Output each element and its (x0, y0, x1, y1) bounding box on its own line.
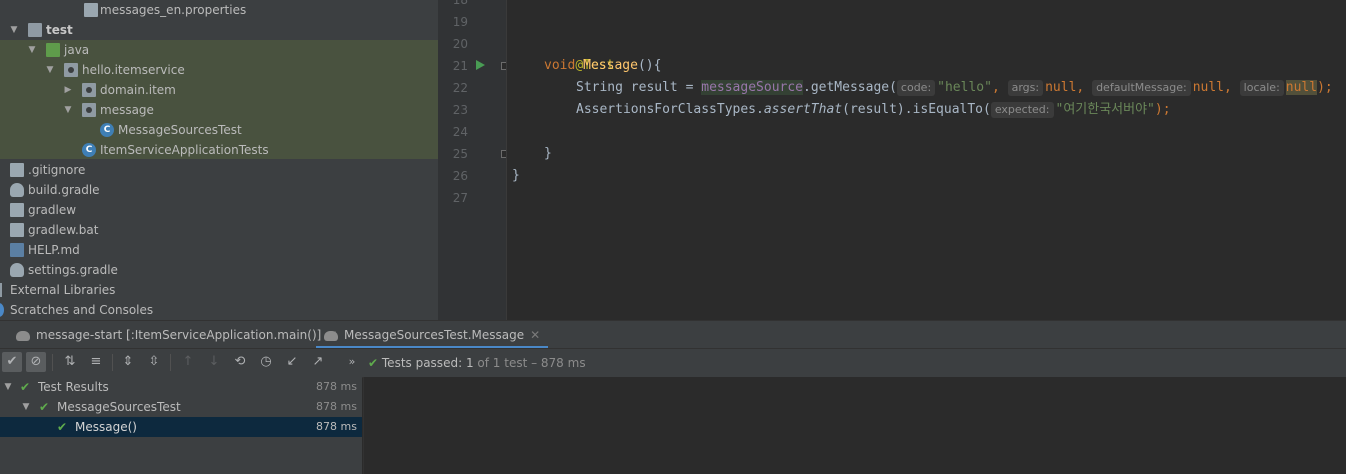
toolbar-separator (170, 354, 171, 371)
code-line-20: @Test (575, 58, 615, 73)
passed-check-icon: ✔ (20, 380, 31, 394)
passed-check-icon: ✔ (368, 356, 379, 370)
chevron-right-icon[interactable]: ▶ (62, 80, 74, 100)
result-message[interactable]: ✔ Message() 878 ms (0, 417, 362, 437)
expand-all-icon[interactable]: ⇕ (118, 352, 138, 372)
line-number: 21 (452, 59, 468, 73)
close-icon[interactable]: ✕ (530, 328, 540, 342)
next-failed-icon[interactable]: ↓ (204, 352, 224, 372)
collapse-all-icon[interactable]: ⇳ (144, 352, 164, 372)
param-hint-code: code: (896, 79, 936, 96)
param-hint-locale: locale: (1239, 79, 1284, 96)
passed-check-icon: ✔ (39, 400, 50, 414)
package-icon (82, 103, 96, 117)
line-number: 18 (452, 0, 468, 7)
param-hint-expected: expected: (990, 101, 1054, 118)
show-ignored-toggle[interactable]: ⊘ (26, 352, 46, 372)
line-number: 27 (452, 191, 468, 205)
markdown-file-icon (10, 243, 24, 257)
gitignore-file-icon (10, 163, 24, 177)
gradle-icon (10, 263, 24, 277)
line-number: 19 (452, 15, 468, 29)
sort-alphabetically-icon[interactable]: ⇅ (60, 352, 80, 372)
previous-failed-icon[interactable]: ↑ (178, 352, 198, 372)
result-test-results[interactable]: ▼ ✔ Test Results 878 ms (0, 377, 362, 397)
toolbar-separator (52, 354, 53, 371)
toolbar-separator (112, 354, 113, 371)
bat-file-icon (10, 223, 24, 237)
project-tree: messages_en.properties ▼ test ▼ java ▼ h… (0, 0, 438, 320)
line-number: 26 (452, 169, 468, 183)
gradle-icon (324, 330, 338, 341)
code-line-21: void Message(){ (544, 58, 662, 73)
folder-icon (28, 23, 42, 37)
test-results-tree: ▼ ✔ Test Results 878 ms ▼ ✔ MessageSourc… (0, 377, 362, 474)
test-class-icon: C (82, 143, 96, 157)
editor-gutter: 18 19 20 21 22 23 24 25 26 27 (446, 0, 509, 320)
chevron-down-icon[interactable]: ▼ (2, 377, 14, 397)
param-hint-args: args: (1007, 79, 1044, 96)
sort-by-duration-icon[interactable]: ≡ (86, 352, 106, 372)
code-line-22: String result = messageSource.getMessage… (576, 79, 1333, 96)
show-passed-toggle[interactable]: ✔ (2, 352, 22, 372)
result-messagesourcestest[interactable]: ▼ ✔ MessageSourcesTest 878 ms (0, 397, 362, 417)
run-test-icon[interactable] (476, 60, 485, 70)
line-number: 25 (452, 147, 468, 161)
test-source-folder-icon (46, 43, 60, 57)
properties-file-icon (84, 3, 98, 17)
code-line-23: AssertionsForClassTypes.assertThat(resul… (576, 101, 1171, 118)
tab-message-start[interactable]: message-start [:ItemServiceApplication.m… (16, 321, 337, 349)
import-tests-icon[interactable]: ↙ (282, 352, 302, 372)
tab-messagesourcestest-message[interactable]: MessageSourcesTest.Message ✕ (316, 321, 549, 349)
line-number: 23 (452, 103, 468, 117)
gradle-icon (16, 330, 30, 341)
passed-check-icon: ✔ (57, 420, 68, 434)
code-line-26: } (512, 168, 520, 183)
code-editor[interactable]: @Test void Message(){ String result = me… (506, 0, 1346, 320)
test-output-console[interactable] (363, 377, 1346, 474)
chevron-down-icon[interactable]: ▼ (44, 60, 56, 80)
package-icon (64, 63, 78, 77)
line-number: 22 (452, 81, 468, 95)
package-icon (82, 83, 96, 97)
line-number: 24 (452, 125, 468, 139)
libraries-icon (0, 283, 2, 297)
chevron-down-icon[interactable]: ▼ (26, 40, 38, 60)
script-file-icon (10, 203, 24, 217)
history-icon[interactable]: ◷ (256, 352, 276, 372)
test-class-icon: C (100, 123, 114, 137)
line-number: 20 (452, 37, 468, 51)
test-runner-toolbar: ✔ ⊘ ⇅ ≡ ⇕ ⇳ ↑ ↓ ⟲ ◷ ↙ ↗ » ✔ Tests passed… (0, 348, 1346, 378)
code-line-25: } (544, 146, 552, 161)
param-hint-default-message: defaultMessage: (1092, 79, 1191, 96)
chevron-down-icon[interactable]: ▼ (62, 100, 74, 120)
rerun-icon[interactable]: ⟲ (230, 352, 250, 372)
method-name: Message (583, 58, 638, 73)
panel-splitter[interactable] (438, 0, 446, 320)
chevron-down-icon[interactable]: ▼ (20, 397, 32, 417)
more-actions-icon[interactable]: » (342, 352, 362, 372)
gradle-icon (10, 183, 24, 197)
run-tabs-bar: message-start [:ItemServiceApplication.m… (0, 320, 1346, 349)
export-results-icon[interactable]: ↗ (308, 352, 328, 372)
chevron-down-icon[interactable]: ▼ (8, 20, 20, 40)
scratches-icon (0, 303, 4, 317)
test-status: ✔ Tests passed: 1 of 1 test – 878 ms (368, 356, 586, 370)
